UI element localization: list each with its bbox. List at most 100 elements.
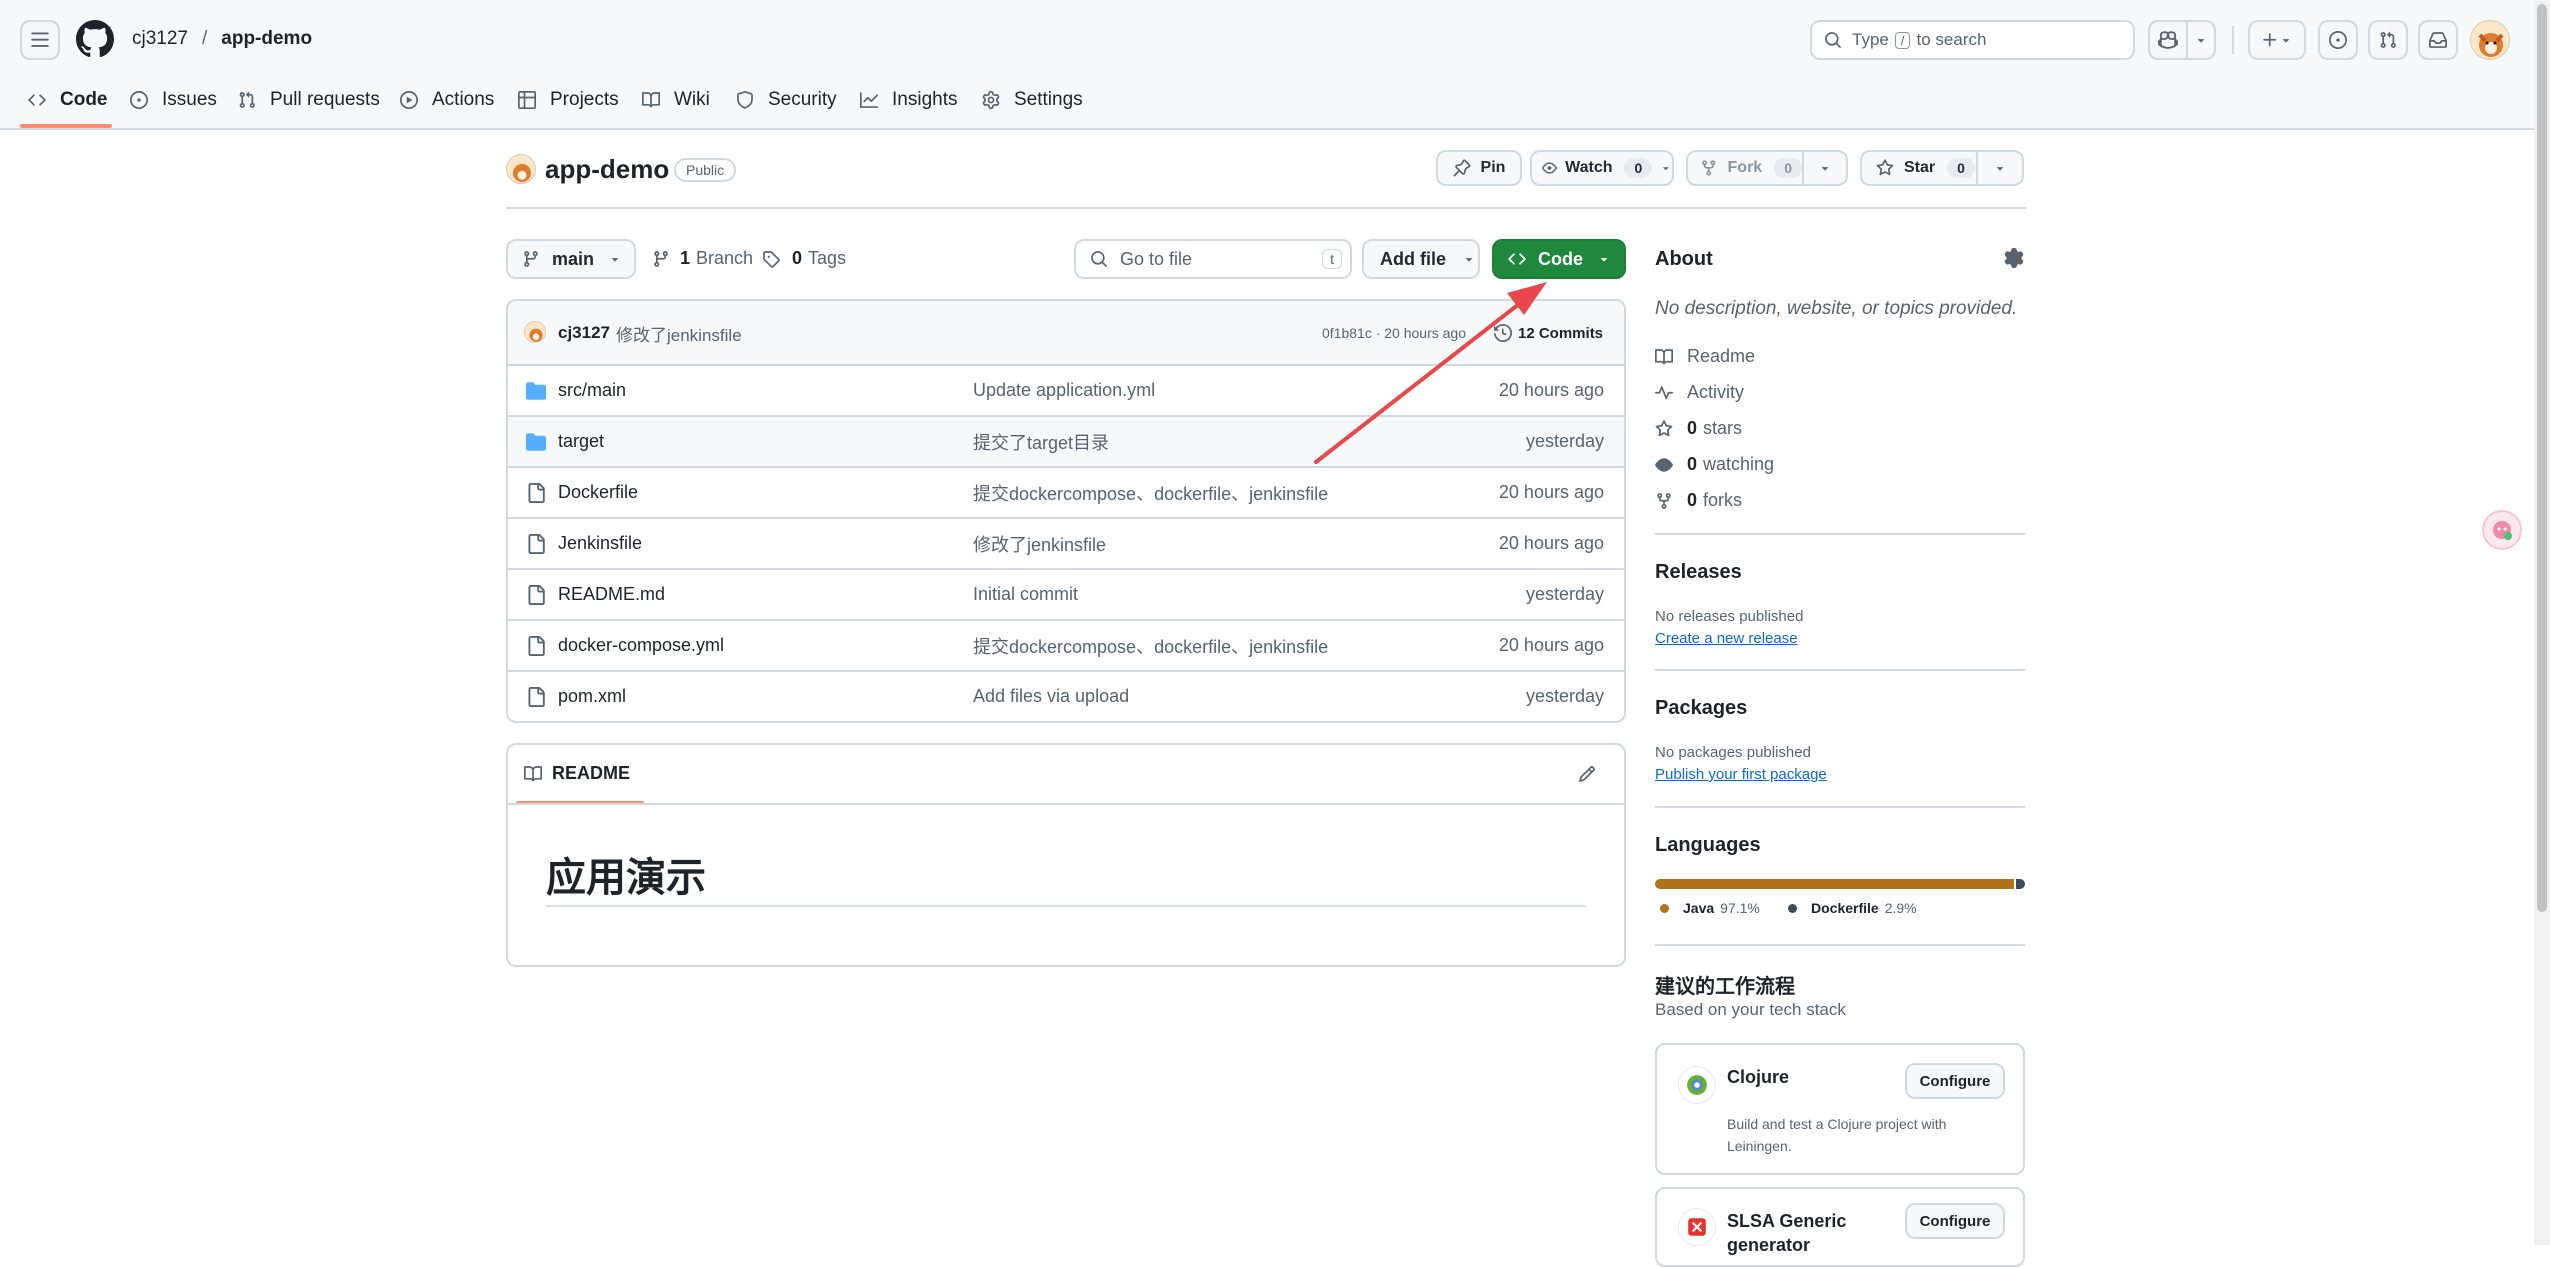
commits-link[interactable]: 12 Commits bbox=[1494, 324, 1603, 342]
breadcrumb-separator: / bbox=[202, 28, 208, 49]
readme-header-divider bbox=[508, 803, 1624, 805]
issues-shortcut-button[interactable] bbox=[2318, 20, 2358, 60]
folder-icon bbox=[526, 432, 546, 451]
publish-package-link[interactable]: Publish your first package bbox=[1655, 766, 1827, 783]
copilot-button[interactable] bbox=[2148, 20, 2188, 60]
code-button[interactable]: Code bbox=[1492, 239, 1626, 279]
commit-message[interactable]: 修改了jenkinsfile bbox=[616, 321, 742, 346]
about-activity-link[interactable]: Activity bbox=[1655, 382, 1744, 403]
file-commit-message[interactable]: 提交了target目录 bbox=[973, 429, 1109, 455]
file-row[interactable]: Jenkinsfile 修改了jenkinsfile 20 hours ago bbox=[508, 517, 1624, 568]
file-commit-message[interactable]: 修改了jenkinsfile bbox=[973, 531, 1106, 557]
forks-count: 0 bbox=[1687, 490, 1698, 510]
file-name[interactable]: docker-compose.yml bbox=[558, 635, 724, 656]
about-forks-link[interactable]: 0 forks bbox=[1655, 490, 1742, 511]
commit-meta[interactable]: 0f1b81c · 20 hours ago bbox=[1322, 325, 1466, 341]
star-dropdown-button[interactable] bbox=[1976, 150, 2024, 186]
assistant-widget[interactable] bbox=[2482, 510, 2522, 550]
fork-dropdown-button[interactable] bbox=[1802, 150, 1848, 186]
file-time: yesterday bbox=[1525, 686, 1604, 706]
add-file-button[interactable]: Add file bbox=[1362, 239, 1480, 279]
pin-button[interactable]: Pin bbox=[1436, 150, 1522, 186]
pulse-icon bbox=[1655, 385, 1673, 399]
search-input[interactable]: Type / to search bbox=[1810, 20, 2135, 60]
create-new-button[interactable] bbox=[2248, 20, 2306, 60]
star-icon bbox=[1876, 159, 1894, 176]
file-name[interactable]: README.md bbox=[558, 584, 665, 605]
about-watching-link[interactable]: 0 watching bbox=[1655, 454, 1774, 475]
tab-issues[interactable]: Issues bbox=[130, 82, 217, 118]
scrollbar-track[interactable] bbox=[2534, 0, 2550, 1245]
file-commit-message[interactable]: Add files via upload bbox=[973, 686, 1129, 707]
file-commit-message[interactable]: 提交dockercompose、dockerfile、jenkinsfile bbox=[973, 480, 1328, 506]
file-commit-message[interactable]: 提交dockercompose、dockerfile、jenkinsfile bbox=[973, 633, 1328, 659]
releases-title[interactable]: Releases bbox=[1655, 561, 1742, 584]
file-row[interactable]: pom.xml Add files via upload yesterday bbox=[508, 670, 1624, 721]
file-row[interactable]: Dockerfile 提交dockercompose、dockerfile、je… bbox=[508, 466, 1624, 517]
file-name[interactable]: Jenkinsfile bbox=[558, 533, 642, 554]
tags-link[interactable]: 0 Tags bbox=[762, 248, 846, 269]
breadcrumb-repo[interactable]: app-demo bbox=[221, 28, 312, 50]
breadcrumb-owner[interactable]: cj3127 bbox=[132, 28, 188, 50]
file-name[interactable]: src/main bbox=[558, 380, 626, 401]
tab-pull-requests[interactable]: Pull requests bbox=[238, 82, 380, 118]
tab-code[interactable]: Code bbox=[28, 82, 108, 118]
plus-icon bbox=[2263, 33, 2277, 47]
file-name[interactable]: pom.xml bbox=[558, 686, 626, 707]
file-row[interactable]: src/main Update application.yml 20 hours… bbox=[508, 364, 1624, 415]
file-row[interactable]: docker-compose.yml 提交dockercompose、docke… bbox=[508, 619, 1624, 670]
language-dot bbox=[1660, 903, 1669, 913]
pull-requests-shortcut-button[interactable] bbox=[2368, 20, 2408, 60]
watch-label: Watch bbox=[1565, 159, 1613, 176]
go-to-file-key-hint: t bbox=[1322, 249, 1342, 269]
star-button[interactable]: Star 0 bbox=[1860, 150, 1978, 186]
branch-selector[interactable]: main bbox=[506, 239, 636, 279]
watch-button[interactable]: Watch 0 bbox=[1530, 150, 1674, 186]
configure-button[interactable]: Configure bbox=[1905, 1063, 2005, 1099]
readme-tab-label: README bbox=[552, 763, 631, 783]
tab-settings[interactable]: Settings bbox=[982, 82, 1083, 118]
file-name[interactable]: target bbox=[558, 431, 604, 452]
go-to-file-input[interactable]: Go to file t bbox=[1074, 239, 1352, 279]
inbox-button[interactable] bbox=[2418, 20, 2458, 60]
file-commit-message[interactable]: Initial commit bbox=[973, 584, 1078, 605]
readme-tab[interactable]: README bbox=[524, 763, 630, 784]
file-row[interactable]: README.md Initial commit yesterday bbox=[508, 568, 1624, 619]
file-name[interactable]: Dockerfile bbox=[558, 482, 638, 503]
star-count: 0 bbox=[1947, 158, 1975, 178]
language-dockerfile[interactable]: Dockerfile 2.9% bbox=[1788, 900, 1917, 916]
file-commit-message[interactable]: Update application.yml bbox=[973, 380, 1155, 401]
commit-author-avatar[interactable] bbox=[524, 321, 546, 343]
readme-heading: 应用演示 bbox=[546, 856, 706, 900]
copilot-dropdown-button[interactable] bbox=[2186, 20, 2216, 60]
file-row[interactable]: target 提交了target目录 yesterday bbox=[508, 415, 1624, 466]
create-release-link[interactable]: Create a new release bbox=[1655, 630, 1798, 647]
packages-title[interactable]: Packages bbox=[1655, 697, 1747, 720]
tab-label: Actions bbox=[432, 89, 495, 110]
language-name: Dockerfile bbox=[1811, 900, 1879, 916]
fork-button[interactable]: Fork 0 bbox=[1686, 150, 1804, 186]
tab-actions[interactable]: Actions bbox=[400, 82, 494, 118]
watching-count: 0 bbox=[1687, 454, 1698, 474]
sidebar-divider bbox=[1655, 806, 2025, 808]
menu-button[interactable] bbox=[20, 20, 60, 60]
fork-icon bbox=[1657, 492, 1671, 509]
gear-icon[interactable] bbox=[2004, 248, 2024, 268]
github-logo-icon[interactable] bbox=[76, 20, 114, 58]
avatar[interactable] bbox=[2470, 20, 2510, 60]
language-java[interactable]: Java 97.1% bbox=[1660, 900, 1760, 916]
branches-link[interactable]: 1 Branch bbox=[652, 248, 753, 269]
pencil-icon[interactable] bbox=[1578, 765, 1596, 783]
tab-wiki[interactable]: Wiki bbox=[642, 82, 710, 118]
tab-projects[interactable]: Projects bbox=[518, 82, 619, 118]
commit-author[interactable]: cj3127 bbox=[558, 323, 610, 343]
about-stars-link[interactable]: 0 stars bbox=[1655, 418, 1742, 439]
tab-insights[interactable]: Insights bbox=[860, 82, 957, 118]
triangle-down-icon bbox=[1996, 167, 2004, 171]
about-readme-link[interactable]: Readme bbox=[1655, 346, 1755, 367]
configure-button[interactable]: Configure bbox=[1905, 1203, 2005, 1239]
tab-security[interactable]: Security bbox=[736, 82, 837, 118]
scrollbar-thumb[interactable] bbox=[2537, 4, 2547, 912]
language-name: Java bbox=[1683, 900, 1715, 916]
repo-title[interactable]: app-demo bbox=[545, 154, 669, 185]
